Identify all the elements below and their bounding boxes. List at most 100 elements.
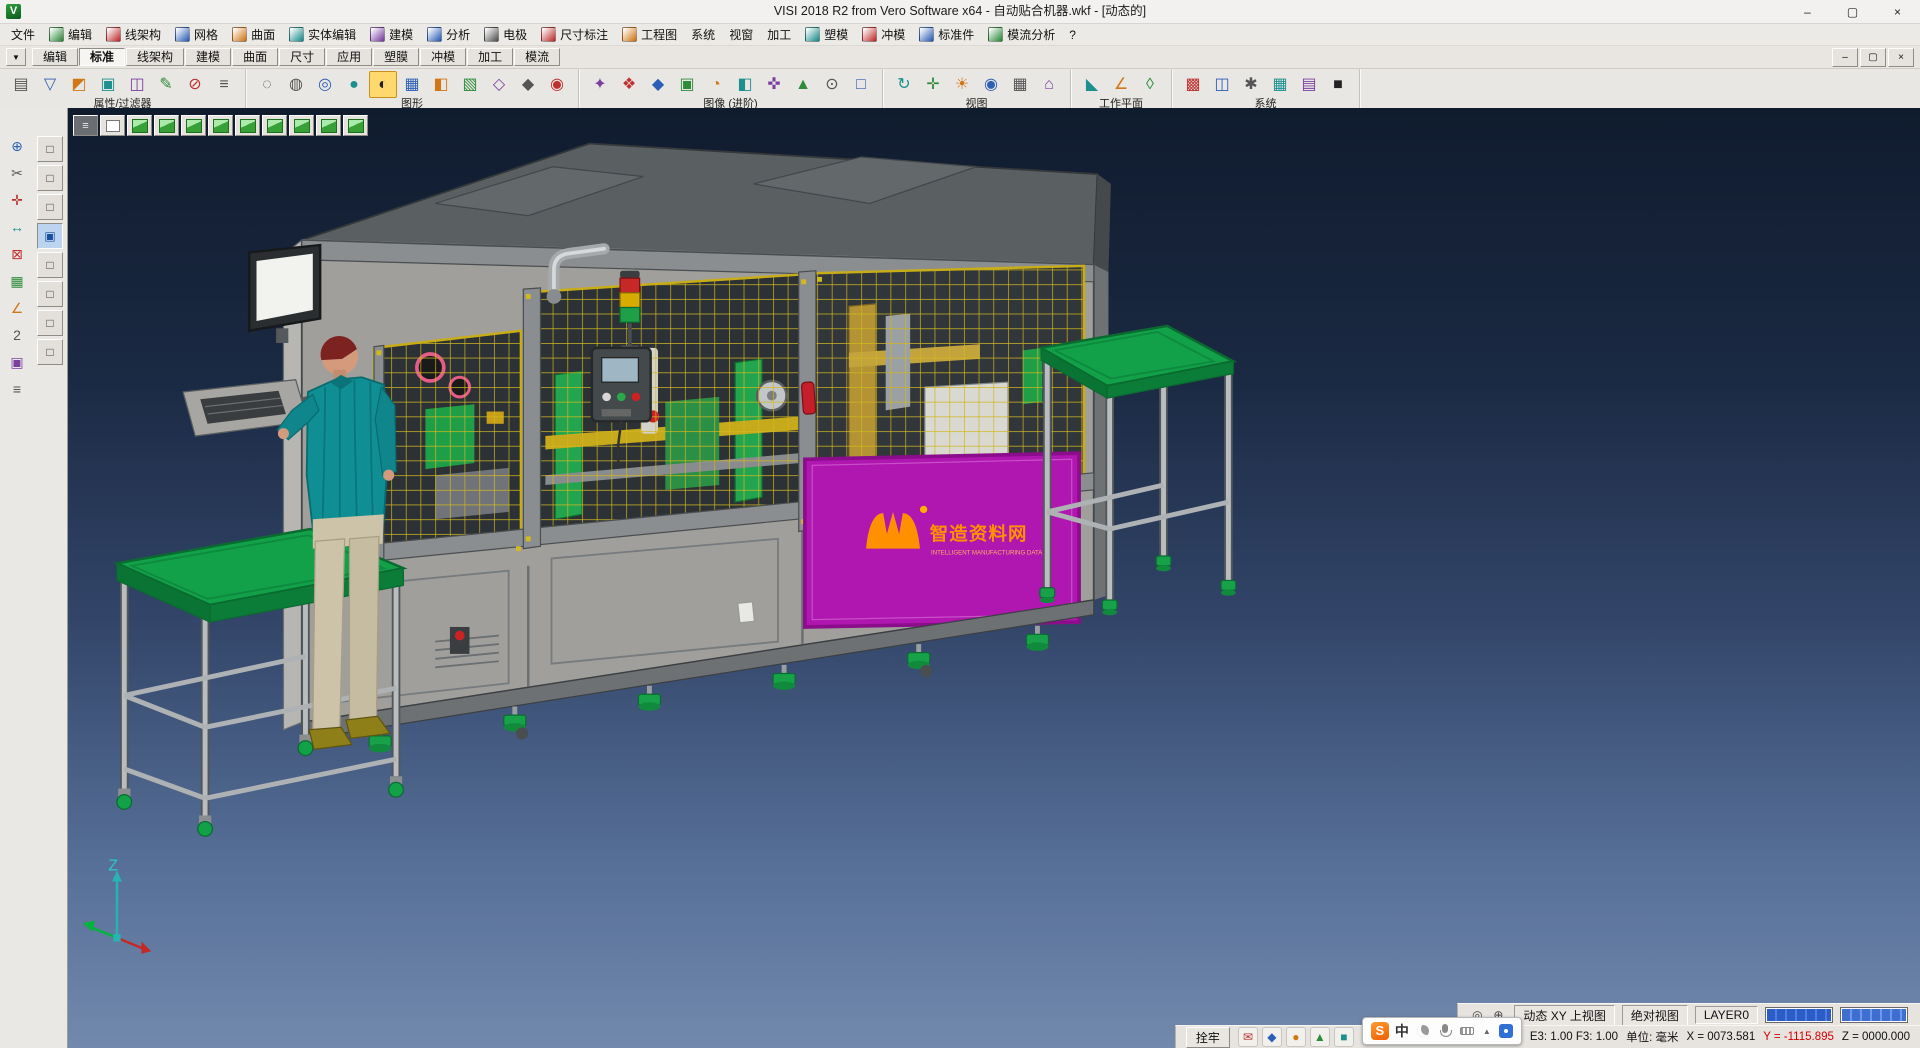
rendered-view-icon[interactable]: ● xyxy=(340,71,368,98)
workplane-icon[interactable]: ◣ xyxy=(1078,71,1106,98)
reflections-icon[interactable]: ◆ xyxy=(644,71,672,98)
menu-item[interactable]: 分析 xyxy=(420,24,477,45)
ribbon-tab[interactable]: 尺寸 xyxy=(279,48,325,66)
chevron-up-icon[interactable]: ▲ xyxy=(1481,1023,1493,1039)
rotate-view-icon[interactable]: ↻ xyxy=(890,71,918,98)
graphics-viewport[interactable]: ≡ xyxy=(68,108,1920,1048)
menu-item[interactable]: 加工 xyxy=(760,24,798,45)
notes-icon[interactable]: ≡ xyxy=(4,377,30,401)
menu-item[interactable]: 尺寸标注 xyxy=(534,24,615,45)
update-tray-icon[interactable]: ▲ xyxy=(1310,1027,1330,1047)
back-view-icon[interactable] xyxy=(262,115,287,136)
menu-item[interactable]: 工程图 xyxy=(615,24,684,45)
mdi-close-button[interactable]: × xyxy=(1888,48,1914,67)
sun-icon[interactable]: ☀ xyxy=(948,71,976,98)
dynamic-view-icon[interactable] xyxy=(343,115,368,136)
ime-language-toggle[interactable]: 中 xyxy=(1395,1021,1409,1041)
properties-icon[interactable]: ▤ xyxy=(7,71,35,98)
menu-item[interactable]: 系统 xyxy=(684,24,722,45)
mode-chain-icon[interactable]: □ xyxy=(37,165,63,191)
viewport-3d-scene[interactable]: 智造资料网 INTELLIGENT MANUFACTURING DATA xyxy=(68,108,1920,1048)
move-icon[interactable]: ↔ xyxy=(4,215,30,239)
layer-box-icon[interactable]: ▣ xyxy=(4,350,30,374)
mesh-display-icon[interactable]: ▧ xyxy=(456,71,484,98)
textures-icon[interactable]: ▣ xyxy=(673,71,701,98)
material-icon[interactable]: ◉ xyxy=(543,71,571,98)
environment-icon[interactable]: ▲ xyxy=(789,71,817,98)
menu-item[interactable]: 电极 xyxy=(477,24,534,45)
lighting-icon[interactable]: ◔ xyxy=(702,71,730,98)
bottom-view-icon[interactable] xyxy=(289,115,314,136)
measure-icon[interactable]: ∠ xyxy=(4,296,30,320)
transparency-icon[interactable]: ▦ xyxy=(398,71,426,98)
menu-item[interactable]: 网格 xyxy=(168,24,225,45)
eye-icon[interactable]: ◉ xyxy=(977,71,1005,98)
filter-icon[interactable]: ▽ xyxy=(36,71,64,98)
workplane-angle-icon[interactable]: ∠ xyxy=(1107,71,1135,98)
absolute-view-button[interactable]: 绝对视图 xyxy=(1622,1005,1688,1026)
color-palette-icon[interactable]: ▩ xyxy=(1179,71,1207,98)
display-settings-icon[interactable]: ◫ xyxy=(1208,71,1236,98)
mode-select-icon[interactable]: □ xyxy=(37,136,63,162)
menu-item[interactable]: ? xyxy=(1062,26,1083,44)
mdi-minimize-button[interactable]: – xyxy=(1832,48,1858,67)
left-view-icon[interactable] xyxy=(235,115,260,136)
system-settings-icon[interactable]: ✱ xyxy=(1237,71,1265,98)
menu-item[interactable]: 建模 xyxy=(363,24,420,45)
mode-solid-icon[interactable]: ▣ xyxy=(37,223,63,249)
right-view-icon[interactable] xyxy=(208,115,233,136)
menu-item[interactable]: 实体编辑 xyxy=(282,24,363,45)
shaded-view-icon[interactable]: ◎ xyxy=(311,71,339,98)
menu-item[interactable]: 标准件 xyxy=(912,24,981,45)
view-menu-icon[interactable]: ≡ xyxy=(73,115,98,136)
menu-item[interactable]: 曲面 xyxy=(225,24,282,45)
front-view-icon[interactable] xyxy=(181,115,206,136)
layer-indicator[interactable]: LAYER0 xyxy=(1695,1006,1758,1024)
selection-list-icon[interactable]: ≡ xyxy=(210,71,238,98)
ambient-icon[interactable]: ⊙ xyxy=(818,71,846,98)
ribbon-tab[interactable]: 标准 xyxy=(79,48,125,66)
filter-off-icon[interactable]: ⊘ xyxy=(181,71,209,98)
notification-tile-icon[interactable] xyxy=(1499,1024,1513,1038)
mode-vertex-icon[interactable]: □ xyxy=(37,310,63,336)
delete-icon[interactable]: ⊠ xyxy=(4,242,30,266)
restore-button[interactable]: ▢ xyxy=(1830,0,1875,23)
grid-settings-icon[interactable]: ▦ xyxy=(1266,71,1294,98)
snapshot-icon[interactable]: □ xyxy=(847,71,875,98)
pan-view-icon[interactable]: ✛ xyxy=(919,71,947,98)
mode-face-icon[interactable]: □ xyxy=(37,252,63,278)
tab-dropdown-button[interactable]: ▼ xyxy=(6,48,26,66)
sogou-logo-icon[interactable]: S xyxy=(1371,1022,1389,1040)
close-button[interactable]: × xyxy=(1875,0,1920,23)
ribbon-tab[interactable]: 模流 xyxy=(514,48,560,66)
menu-item[interactable]: 文件 xyxy=(4,24,42,45)
microphone-icon[interactable] xyxy=(1437,1023,1453,1039)
mesh-edit-icon[interactable]: ▦ xyxy=(4,269,30,293)
screen-icon[interactable]: ■ xyxy=(1324,71,1352,98)
ribbon-tab[interactable]: 应用 xyxy=(326,48,372,66)
type-filter-icon[interactable]: ◫ xyxy=(123,71,151,98)
ribbon-tab[interactable]: 冲模 xyxy=(420,48,466,66)
top-view-icon[interactable] xyxy=(154,115,179,136)
perspective-icon[interactable]: ◆ xyxy=(514,71,542,98)
trim-icon[interactable]: ✂ xyxy=(4,161,30,185)
edit-attributes-icon[interactable]: ✎ xyxy=(152,71,180,98)
zoom-icon[interactable]: ⊕ xyxy=(4,134,30,158)
grid-icon[interactable]: ▦ xyxy=(1006,71,1034,98)
door-handle[interactable] xyxy=(801,382,815,415)
two-d-icon[interactable]: 2 xyxy=(4,323,30,347)
axonometric-view-icon[interactable] xyxy=(316,115,341,136)
home-view-icon[interactable]: ⌂ xyxy=(1035,71,1063,98)
workplane-align-icon[interactable]: ◊ xyxy=(1136,71,1164,98)
menu-item[interactable]: 编辑 xyxy=(42,24,99,45)
ribbon-tab[interactable]: 曲面 xyxy=(232,48,278,66)
mode-body-icon[interactable]: □ xyxy=(37,339,63,365)
pet-tray-icon[interactable]: ● xyxy=(1286,1027,1306,1047)
advanced-render-icon[interactable]: ✦ xyxy=(586,71,614,98)
isometric-icon[interactable]: ◇ xyxy=(485,71,513,98)
minimize-button[interactable]: – xyxy=(1785,0,1830,23)
night-mode-icon[interactable] xyxy=(1415,1023,1431,1039)
menu-item[interactable]: 塑模 xyxy=(798,24,855,45)
iso-view-icon[interactable] xyxy=(127,115,152,136)
section-view-icon[interactable]: ◧ xyxy=(427,71,455,98)
